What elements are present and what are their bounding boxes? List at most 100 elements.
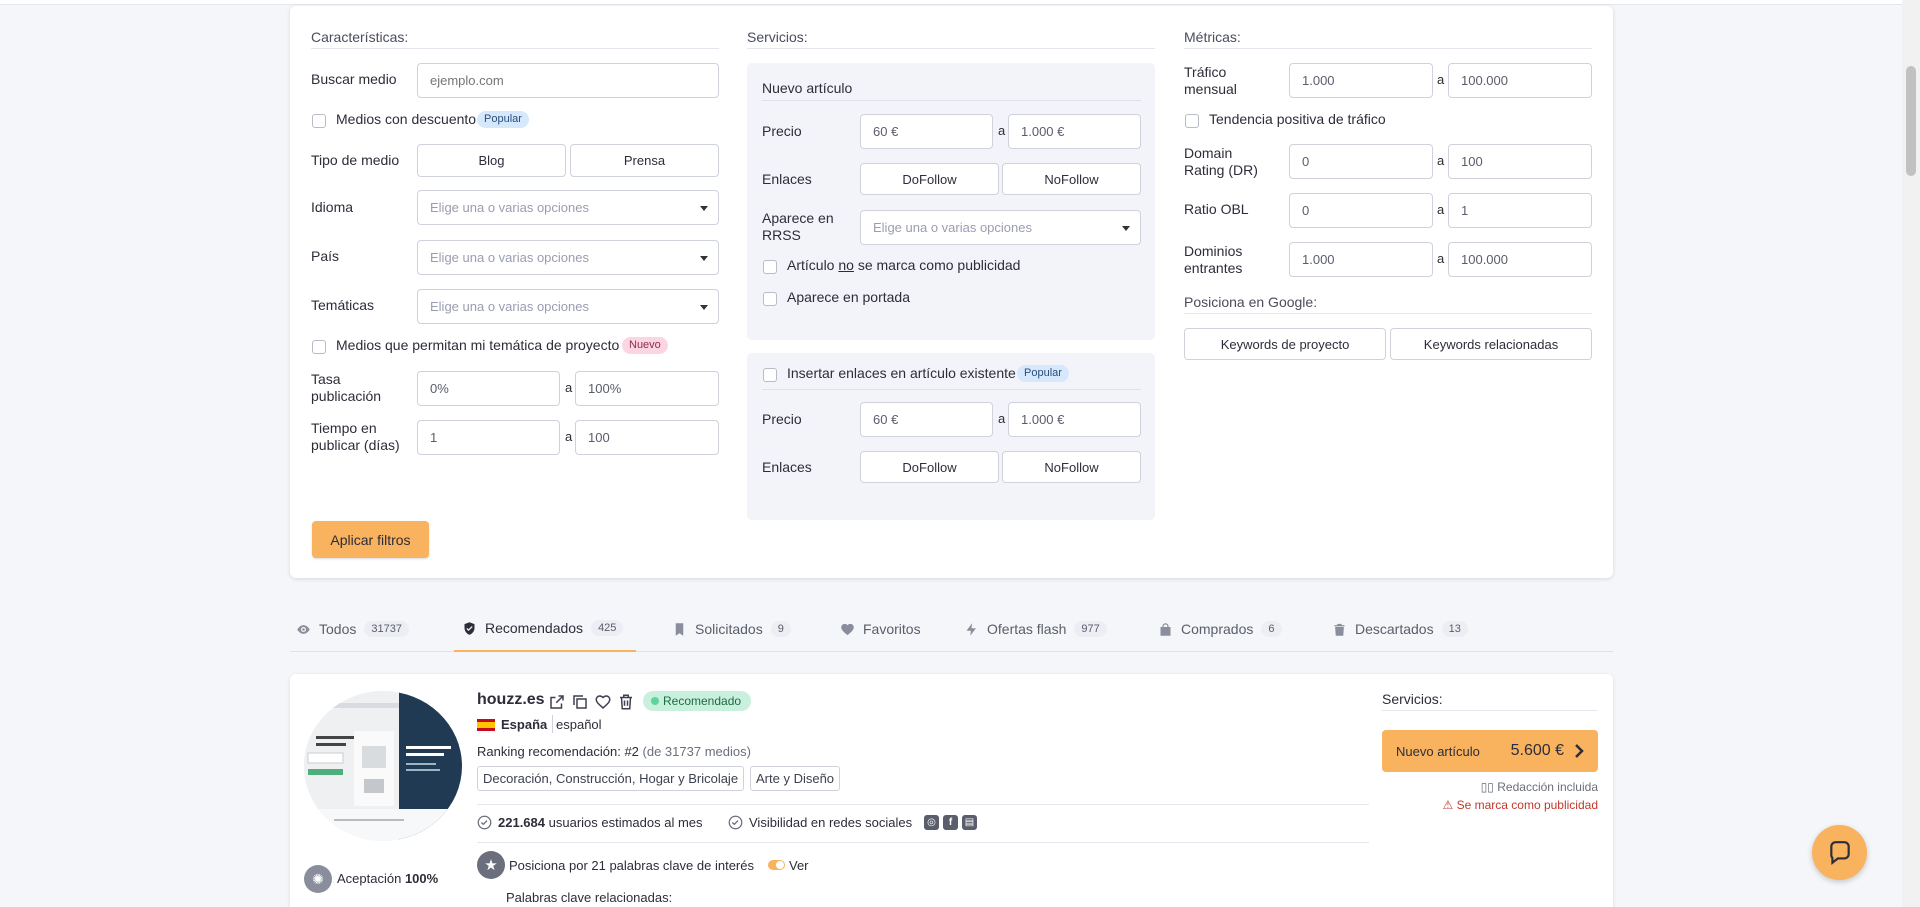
rrss-label-1: Aparece en (762, 210, 834, 226)
tiempo-max-input[interactable]: 100 (575, 420, 719, 455)
tiempo-range-sep: a (565, 429, 573, 444)
star-icon: ★ (477, 851, 505, 879)
site-name[interactable]: houzz.es (477, 691, 545, 709)
descuento-label: Medios con descuento (336, 111, 477, 127)
help-chat-button[interactable] (1812, 825, 1867, 880)
topic-tag[interactable]: Arte y Diseño (750, 766, 841, 791)
topic-tag[interactable]: Decoración, Construcción, Hogar y Bricol… (477, 766, 745, 791)
toggle-icon[interactable] (768, 860, 785, 870)
site-thumbnail[interactable] (304, 691, 462, 841)
copy-icon[interactable] (571, 693, 589, 711)
top-bar (0, 0, 1902, 5)
chevron-right-icon (1575, 744, 1584, 758)
result-card: houzz.es Recomendado España español Rank… (290, 674, 1613, 907)
tendencia-label: Tendencia positiva de tráfico (1209, 111, 1386, 127)
dominios-min-input[interactable]: 1.000 (1289, 242, 1433, 277)
dr-label-1: Domain (1184, 145, 1233, 161)
news-icon[interactable]: ▤ (962, 815, 977, 830)
dr-min-input[interactable]: 0 (1289, 144, 1433, 179)
keywords-text: Posiciona por 21 palabras clave de inter… (509, 858, 754, 873)
discard-trash-icon[interactable] (617, 693, 635, 711)
trafico-min-input[interactable]: 1.000 (1289, 63, 1433, 98)
portada-checkbox[interactable] (763, 292, 777, 306)
no-publicidad-label: Artículo no se marca como publicidad (787, 257, 1021, 273)
tasa-max-input[interactable]: 100% (575, 371, 719, 406)
tipo-medio-label: Tipo de medio (311, 152, 400, 168)
descuento-checkbox[interactable] (312, 114, 326, 128)
rrss-select[interactable]: Elige una o varias opciones (860, 210, 1141, 245)
bookmark-icon (675, 622, 684, 636)
insertar-dofollow-button[interactable]: DoFollow (860, 451, 999, 483)
external-link-icon[interactable] (548, 693, 566, 711)
nuevo-articulo-buy-button[interactable]: Nuevo artículo 5.600 € (1382, 730, 1598, 772)
trafico-range-sep: a (1437, 72, 1445, 87)
card-services-title: Servicios: (1382, 691, 1443, 707)
favorite-heart-icon[interactable] (594, 693, 612, 711)
recommended-badge: Recomendado (643, 691, 752, 711)
insertar-enlaces-checkbox[interactable] (763, 368, 777, 382)
page-scrollbar[interactable] (1902, 0, 1920, 907)
dofollow-button[interactable]: DoFollow (860, 163, 999, 195)
tab-descartados[interactable]: Descartados 13 (1332, 606, 1468, 652)
idioma-select[interactable]: Elige una o varias opciones (417, 190, 719, 225)
tendencia-checkbox[interactable] (1185, 114, 1199, 128)
precio-max-input[interactable]: 1.000 € (1008, 114, 1141, 149)
tasa-min-input[interactable]: 0% (417, 371, 560, 406)
tipo-prensa-button[interactable]: Prensa (570, 144, 719, 177)
nuevo-articulo-divider (762, 100, 1141, 101)
kw-relacionadas-button[interactable]: Keywords relacionadas (1390, 328, 1592, 360)
caracteristicas-title: Características: (311, 29, 409, 45)
trafico-max-input[interactable]: 100.000 (1448, 63, 1592, 98)
tematica-proyecto-checkbox[interactable] (312, 340, 326, 354)
nuevo-badge: Nuevo (622, 337, 668, 354)
metricas-title: Métricas: (1184, 29, 1241, 45)
rrss-label-2: RRSS (762, 227, 801, 243)
tiempo-min-input[interactable]: 1 (417, 420, 560, 455)
insertar-enlaces-tipo-label: Enlaces (762, 459, 812, 475)
publicidad-note: ⚠ Se marca como publicidad (1442, 798, 1598, 812)
acceptance-text: Aceptación 100% (337, 871, 439, 886)
no-publicidad-checkbox[interactable] (763, 260, 777, 274)
enlaces-label: Enlaces (762, 171, 812, 187)
kw-proyecto-button[interactable]: Keywords de proyecto (1184, 328, 1386, 360)
dominios-max-input[interactable]: 100.000 (1448, 242, 1592, 277)
obl-max-input[interactable]: 1 (1448, 193, 1592, 228)
tab-favoritos[interactable]: Favoritos (840, 606, 921, 652)
tematicas-select[interactable]: Elige una o varias opciones (417, 289, 719, 324)
tab-todos[interactable]: Todos 31737 (296, 606, 409, 652)
country-language-separator (552, 715, 553, 733)
precio-min-input[interactable]: 60 € (860, 114, 993, 149)
pais-select[interactable]: Elige una o varias opciones (417, 240, 719, 275)
insertar-precio-label: Precio (762, 411, 802, 427)
chat-bubble-icon (1829, 840, 1850, 865)
tipo-blog-button[interactable]: Blog (417, 144, 566, 177)
check-circle-icon (728, 815, 743, 830)
tab-recomendados[interactable]: Recomendados 425 (454, 606, 636, 652)
facebook-icon[interactable]: f (943, 815, 958, 830)
dr-max-input[interactable]: 100 (1448, 144, 1592, 179)
tasa-label-1: Tasa (311, 371, 341, 387)
buscar-medio-input[interactable] (417, 63, 719, 98)
google-title: Posiciona en Google: (1184, 294, 1318, 310)
tiempo-label-2: publicar (días) (311, 437, 400, 453)
obl-min-input[interactable]: 0 (1289, 193, 1433, 228)
insertar-nofollow-button[interactable]: NoFollow (1002, 451, 1141, 483)
tab-comprados[interactable]: Comprados 6 (1158, 606, 1282, 652)
tab-ofertas-flash[interactable]: Ofertas flash 977 (964, 606, 1107, 652)
aplicar-filtros-button[interactable]: Aplicar filtros (312, 521, 429, 558)
instagram-icon[interactable]: ◎ (924, 815, 939, 830)
check-circle-icon (477, 815, 492, 830)
servicios-divider (747, 48, 1155, 49)
card-services-divider (1382, 710, 1598, 711)
precio-range-sep: a (998, 123, 1006, 138)
card-divider-2 (477, 842, 1369, 843)
insertar-divider (762, 389, 1141, 390)
dr-range-sep: a (1437, 153, 1445, 168)
nofollow-button[interactable]: NoFollow (1002, 163, 1141, 195)
scrollbar-thumb[interactable] (1906, 66, 1916, 176)
language-label: español (556, 717, 602, 732)
insertar-precio-min-input[interactable]: 60 € (860, 402, 993, 437)
tab-solicitados[interactable]: Solicitados 9 (672, 606, 791, 652)
insertar-precio-max-input[interactable]: 1.000 € (1008, 402, 1141, 437)
keywords-ver-link[interactable]: Ver (789, 858, 809, 873)
